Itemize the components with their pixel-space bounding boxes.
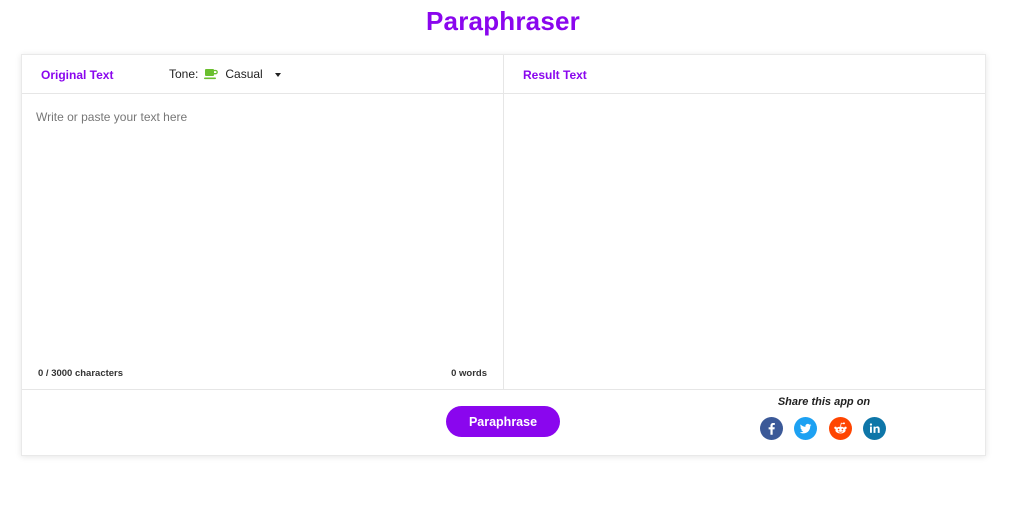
tone-selected-value: Casual [225,67,263,81]
linkedin-share-button[interactable] [863,417,886,440]
result-text-output[interactable] [504,94,985,389]
facebook-icon [760,417,783,440]
facebook-share-button[interactable] [760,417,783,440]
paraphraser-card: Original Text Tone: Casual 0 / 3000 char… [21,54,986,456]
tone-label: Tone: [169,67,199,81]
result-text-pane: Result Text [504,55,985,389]
result-text-label: Result Text [523,68,587,82]
original-text-label: Original Text [41,68,114,82]
panes: Original Text Tone: Casual 0 / 3000 char… [22,55,985,390]
paraphrase-button[interactable]: Paraphrase [446,406,560,437]
reddit-icon [829,417,852,440]
character-count: 0 / 3000 characters [38,368,124,379]
page-title: Paraphraser [426,6,580,36]
reddit-share-button[interactable] [829,417,852,440]
chevron-down-icon [274,72,281,77]
share-label: Share this app on [777,396,871,408]
twitter-icon [794,417,817,440]
original-text-pane: Original Text Tone: Casual 0 / 3000 char… [22,55,504,389]
original-pane-header: Original Text Tone: Casual [22,55,503,94]
linkedin-icon [863,417,886,440]
original-text-input[interactable] [22,94,503,359]
coffee-cup-icon [204,69,219,80]
result-pane-header: Result Text [504,55,985,94]
word-count: 0 words [451,368,487,379]
tone-dropdown[interactable]: Tone: Casual [169,67,281,81]
twitter-share-button[interactable] [794,417,817,440]
